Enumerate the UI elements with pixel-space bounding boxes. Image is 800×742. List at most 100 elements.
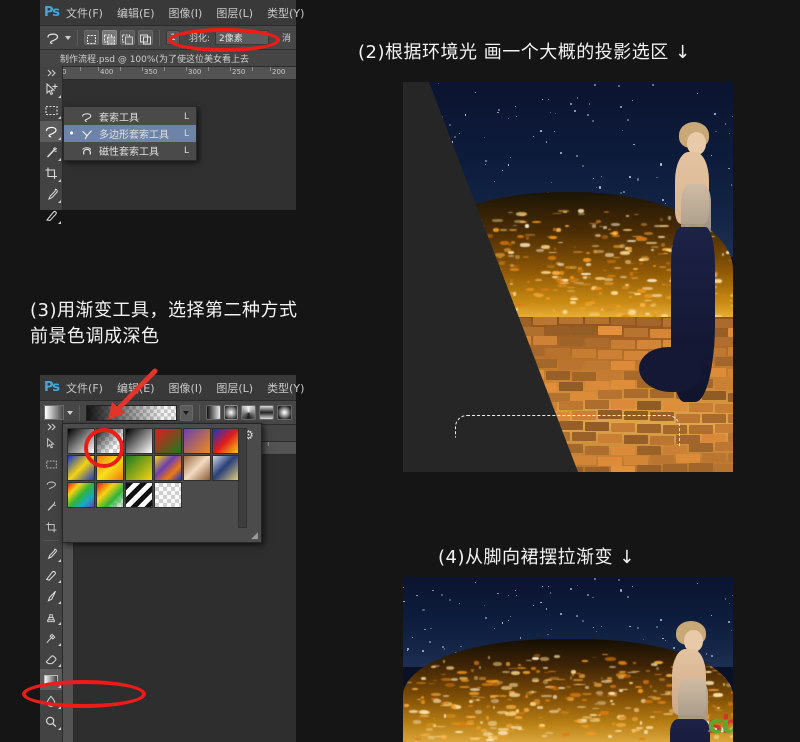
subtract-from-selection-button[interactable] bbox=[120, 30, 135, 45]
city-light bbox=[639, 302, 645, 307]
gradient-picker-scrollbar[interactable] bbox=[238, 428, 247, 528]
spot-healing-brush-tool[interactable] bbox=[40, 564, 62, 585]
city-light bbox=[443, 695, 449, 697]
history-brush-tool[interactable] bbox=[40, 627, 62, 648]
gradient-preset-caret-icon[interactable] bbox=[66, 410, 73, 415]
star bbox=[539, 130, 542, 132]
city-light bbox=[613, 256, 621, 258]
menu-item-edit[interactable]: 编辑(E) bbox=[110, 2, 162, 24]
gradient-preset-dropdown-button[interactable] bbox=[179, 404, 193, 421]
city-light bbox=[497, 680, 504, 685]
menu-item-image[interactable]: 图像(I) bbox=[162, 377, 210, 399]
move-tool[interactable] bbox=[40, 433, 62, 454]
reflected-gradient-button[interactable] bbox=[259, 405, 275, 420]
eyedropper-tool[interactable] bbox=[40, 543, 62, 564]
options-trailing-label: 消 bbox=[282, 34, 292, 44]
brick bbox=[559, 336, 583, 346]
city-light bbox=[569, 265, 578, 270]
city-light bbox=[444, 682, 456, 687]
gradient-swatch-yellow-violet-orange-blue[interactable] bbox=[154, 455, 182, 481]
menu-item-file[interactable]: 文件(F) bbox=[59, 377, 110, 399]
menu-item-layer[interactable]: 图层(L) bbox=[209, 2, 260, 24]
flyout-item-magnetic-lasso[interactable]: 磁性套索工具 L bbox=[64, 142, 196, 159]
gradient-swatch-neutral-density[interactable] bbox=[154, 482, 182, 508]
healing-brush-tool[interactable] bbox=[40, 205, 62, 226]
star bbox=[429, 641, 431, 643]
lasso-icon[interactable] bbox=[44, 31, 62, 45]
magic-wand-tool[interactable] bbox=[40, 142, 62, 163]
marquee-tool[interactable] bbox=[40, 454, 62, 475]
city-light bbox=[591, 287, 595, 290]
gradient-swatch-black-white[interactable] bbox=[125, 428, 153, 454]
city-light bbox=[507, 667, 519, 670]
lasso-tool-flyout-menu[interactable]: 套索工具 L • 多边形套索工具 L 磁性套索工具 L bbox=[63, 106, 197, 161]
star bbox=[545, 141, 548, 144]
diamond-gradient-button[interactable] bbox=[277, 405, 292, 420]
radial-gradient-button[interactable] bbox=[223, 405, 239, 420]
lasso-preset-caret-icon[interactable] bbox=[65, 35, 71, 40]
city-light bbox=[476, 696, 486, 698]
panel-collapse-icon[interactable] bbox=[40, 66, 62, 79]
menu-item-layer[interactable]: 图层(L) bbox=[209, 377, 260, 399]
menu-item-type[interactable]: 类型(Y) bbox=[260, 2, 311, 24]
magic-wand-tool[interactable] bbox=[40, 496, 62, 517]
gradient-swatch-blue-red-yellow[interactable] bbox=[212, 428, 240, 454]
menu-item-image[interactable]: 图像(I) bbox=[162, 2, 210, 24]
gradient-swatch-spectrum[interactable] bbox=[67, 482, 95, 508]
star bbox=[493, 180, 496, 182]
brick bbox=[611, 399, 635, 409]
eyedropper-tool[interactable] bbox=[40, 184, 62, 205]
menu-item-file[interactable]: 文件(F) bbox=[59, 2, 110, 24]
zoom-tool[interactable] bbox=[40, 711, 62, 732]
clone-stamp-tool[interactable] bbox=[40, 606, 62, 627]
linear-gradient-button[interactable] bbox=[205, 405, 221, 420]
angle-gradient-button[interactable] bbox=[241, 405, 257, 420]
gradient-preview-swatch[interactable] bbox=[85, 404, 177, 421]
document-tab-lasso[interactable]: 制作流程.psd @ 100%(为了使这位美女看上去 bbox=[40, 50, 296, 67]
brick bbox=[611, 361, 635, 371]
flyout-item-polygonal-lasso[interactable]: • 多边形套索工具 L bbox=[64, 125, 196, 142]
gradient-swatch-violet-orange[interactable] bbox=[183, 428, 211, 454]
resize-handle-icon[interactable]: ◢ bbox=[251, 532, 259, 541]
star bbox=[728, 603, 730, 604]
crop-tool[interactable] bbox=[40, 163, 62, 184]
panel-collapse-icon[interactable] bbox=[40, 420, 62, 433]
flyout-item-lasso[interactable]: 套索工具 L bbox=[64, 108, 196, 125]
menu-item-edit[interactable]: 编辑(E) bbox=[110, 377, 162, 399]
city-light bbox=[646, 726, 654, 729]
ruler-label: 300 bbox=[188, 68, 202, 76]
star bbox=[559, 152, 563, 155]
gradient-swatch-transparent-rainbow[interactable] bbox=[96, 482, 124, 508]
star bbox=[549, 111, 552, 114]
city-light bbox=[728, 702, 733, 706]
gradient-swatch-red-green[interactable] bbox=[154, 428, 182, 454]
crop-tool[interactable] bbox=[40, 517, 62, 538]
gradient-swatch-transparent-stripes[interactable] bbox=[125, 482, 153, 508]
move-tool[interactable] bbox=[40, 79, 62, 100]
city-light bbox=[604, 282, 614, 286]
lasso-tool[interactable] bbox=[40, 121, 62, 142]
brush-tool[interactable] bbox=[40, 585, 62, 606]
new-selection-button[interactable] bbox=[84, 30, 99, 45]
gradient-swatch-copper[interactable] bbox=[183, 455, 211, 481]
add-to-selection-button[interactable] bbox=[102, 30, 117, 45]
gradient-swatch-violet-green-orange[interactable] bbox=[125, 455, 153, 481]
city-light bbox=[435, 726, 446, 728]
intersect-selection-button[interactable] bbox=[138, 30, 153, 45]
gradient-tool-icon[interactable] bbox=[44, 405, 64, 420]
eraser-tool[interactable] bbox=[40, 648, 62, 669]
lasso-tool[interactable] bbox=[40, 475, 62, 496]
menu-item-type[interactable]: 类型(Y) bbox=[260, 377, 311, 399]
marquee-tool[interactable] bbox=[40, 100, 62, 121]
city-light bbox=[613, 232, 617, 235]
city-light bbox=[561, 733, 570, 736]
city-light bbox=[534, 698, 540, 703]
star bbox=[595, 631, 597, 633]
city-light bbox=[624, 707, 631, 710]
gradient-swatch-chrome[interactable] bbox=[212, 455, 240, 481]
city-light bbox=[577, 310, 580, 313]
star bbox=[592, 596, 594, 599]
city-light bbox=[507, 254, 514, 257]
city-light bbox=[578, 209, 585, 213]
city-light bbox=[525, 691, 534, 695]
